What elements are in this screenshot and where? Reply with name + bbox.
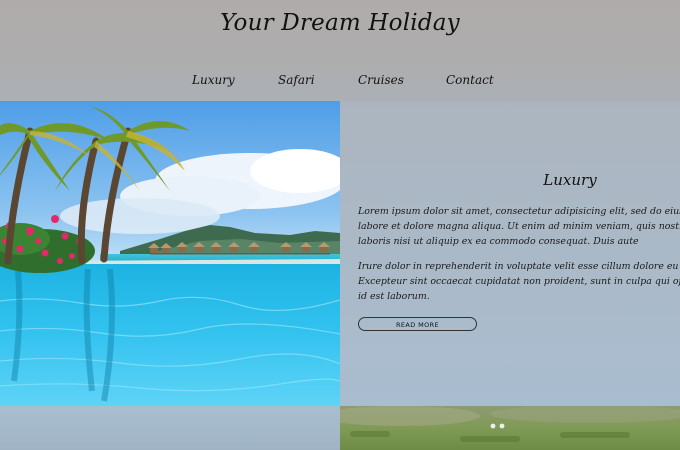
tropical-resort-pool-photo	[0, 101, 340, 406]
read-more-button[interactable]: READ MORE	[358, 317, 477, 331]
main-nav: Luxury Safari Cruises Contact	[0, 73, 680, 91]
content-panel: Luxury Lorem ipsum dolor sit amet, conse…	[340, 101, 680, 406]
section-title: Luxury	[543, 171, 597, 189]
paragraph-2-line: Excepteur sint occaecat cupidatat non pr…	[358, 276, 680, 287]
bottom-image	[340, 406, 680, 450]
nav-link-luxury[interactable]: Luxury	[192, 73, 235, 87]
nav-link-cruises[interactable]: Cruises	[358, 73, 404, 87]
paragraph-2: Irure dolor in reprehenderit in voluptat…	[358, 259, 680, 304]
nav-link-contact[interactable]: Contact	[446, 73, 494, 87]
nav-link-safari[interactable]: Safari	[278, 73, 315, 87]
bottom-left-panel	[0, 406, 340, 450]
paragraph-2-line: id est laborum.	[358, 291, 430, 302]
hero-image	[0, 101, 340, 406]
page-header: Your Dream Holiday Luxury Safari Cruises…	[0, 0, 680, 101]
paragraph-2-line: Irure dolor in reprehenderit in voluptat…	[358, 261, 680, 272]
paragraph-1-line: laboris nisi ut aliquip ex ea commodo co…	[358, 236, 639, 247]
grass-field-photo	[340, 406, 680, 450]
site-title: Your Dream Holiday	[220, 10, 460, 36]
paragraph-1-line: labore et dolore magna aliqua. Ut enim a…	[358, 221, 680, 232]
paragraph-1-line: Lorem ipsum dolor sit amet, consectetur …	[358, 206, 680, 217]
paragraph-1: Lorem ipsum dolor sit amet, consectetur …	[358, 204, 680, 249]
